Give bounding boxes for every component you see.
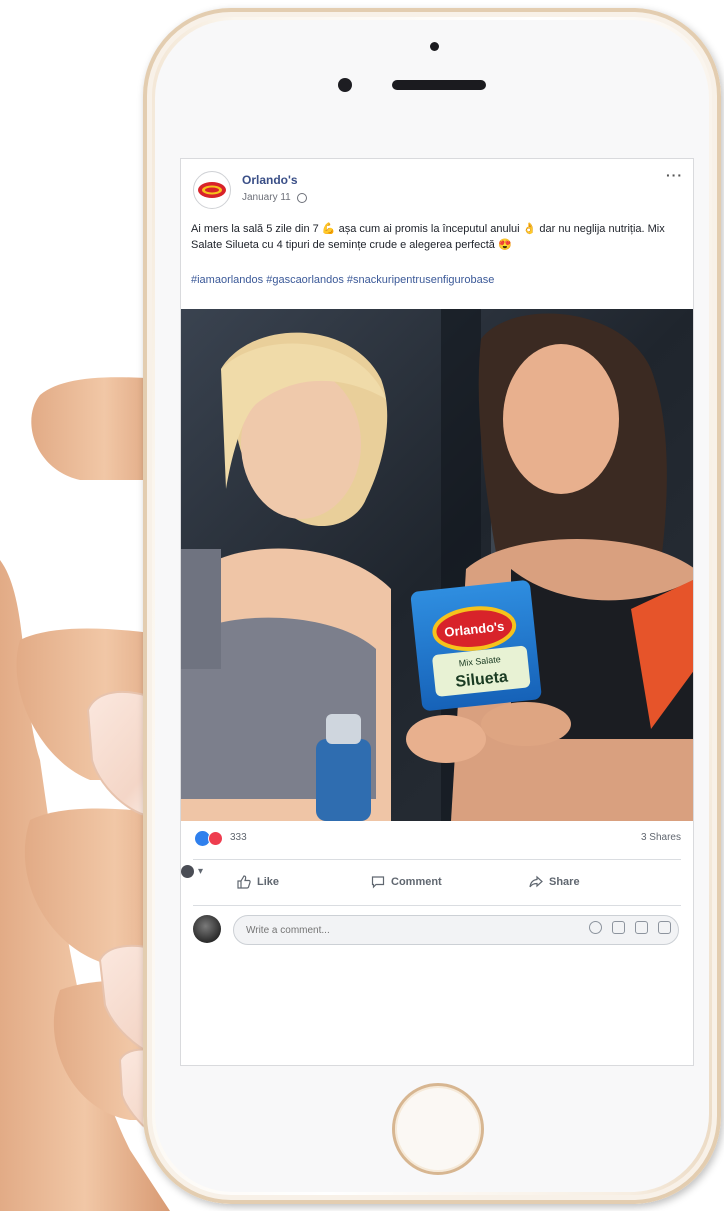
page-avatar[interactable] — [193, 171, 231, 209]
globe-icon — [296, 192, 307, 203]
page-name-link[interactable]: Orlando's — [242, 173, 298, 187]
camera-icon[interactable] — [612, 921, 625, 934]
post-image[interactable]: Orlando's Mix Salate Silueta — [181, 309, 693, 821]
reactions-row: 333 3 Shares — [181, 827, 693, 853]
comment-icon — [371, 876, 385, 889]
sensor-dot — [430, 42, 439, 51]
facebook-post-screen: Orlando's January 11 ··· Ai mers la sală… — [180, 158, 694, 1066]
post-meta: January 11 — [242, 192, 307, 203]
emoji-icon[interactable] — [589, 921, 602, 934]
post-text: Ai mers la sală 5 zile din 7 💪 așa cum a… — [191, 223, 665, 251]
orlandos-logo-icon — [198, 182, 226, 198]
comment-row — [181, 911, 693, 955]
home-button[interactable] — [392, 1083, 484, 1175]
user-avatar[interactable] — [193, 915, 221, 943]
chevron-down-icon: ▾ — [198, 866, 204, 877]
divider — [193, 905, 681, 906]
reaction-count[interactable]: 333 — [230, 832, 247, 843]
share-icon — [529, 875, 543, 888]
gym-photo: Orlando's Mix Salate Silueta — [181, 309, 693, 821]
earpiece-speaker — [392, 80, 486, 90]
divider — [193, 859, 681, 860]
share-button[interactable]: Share — [529, 875, 580, 889]
comment-tools — [589, 921, 671, 934]
gif-icon[interactable] — [635, 921, 648, 934]
sticker-icon[interactable] — [658, 921, 671, 934]
post-header: Orlando's January 11 ··· — [181, 159, 693, 215]
comment-button[interactable]: Comment — [371, 875, 442, 889]
actions-row: Like Comment Share ▾ — [181, 865, 693, 903]
shares-count[interactable]: 3 Shares — [641, 832, 681, 843]
profile-avatar-icon — [181, 865, 194, 878]
post-date[interactable]: January 11 — [242, 192, 291, 203]
like-button[interactable]: Like — [237, 875, 279, 889]
comment-label: Comment — [391, 876, 442, 888]
love-reaction-icon — [208, 831, 223, 846]
thumbs-up-icon — [237, 875, 251, 889]
more-options-icon[interactable]: ··· — [666, 167, 683, 183]
like-label: Like — [257, 876, 280, 888]
front-camera — [338, 78, 352, 92]
post-hashtags[interactable]: #iamaorlandos #gascaorlandos #snackuripe… — [191, 272, 683, 288]
share-label: Share — [549, 876, 580, 888]
